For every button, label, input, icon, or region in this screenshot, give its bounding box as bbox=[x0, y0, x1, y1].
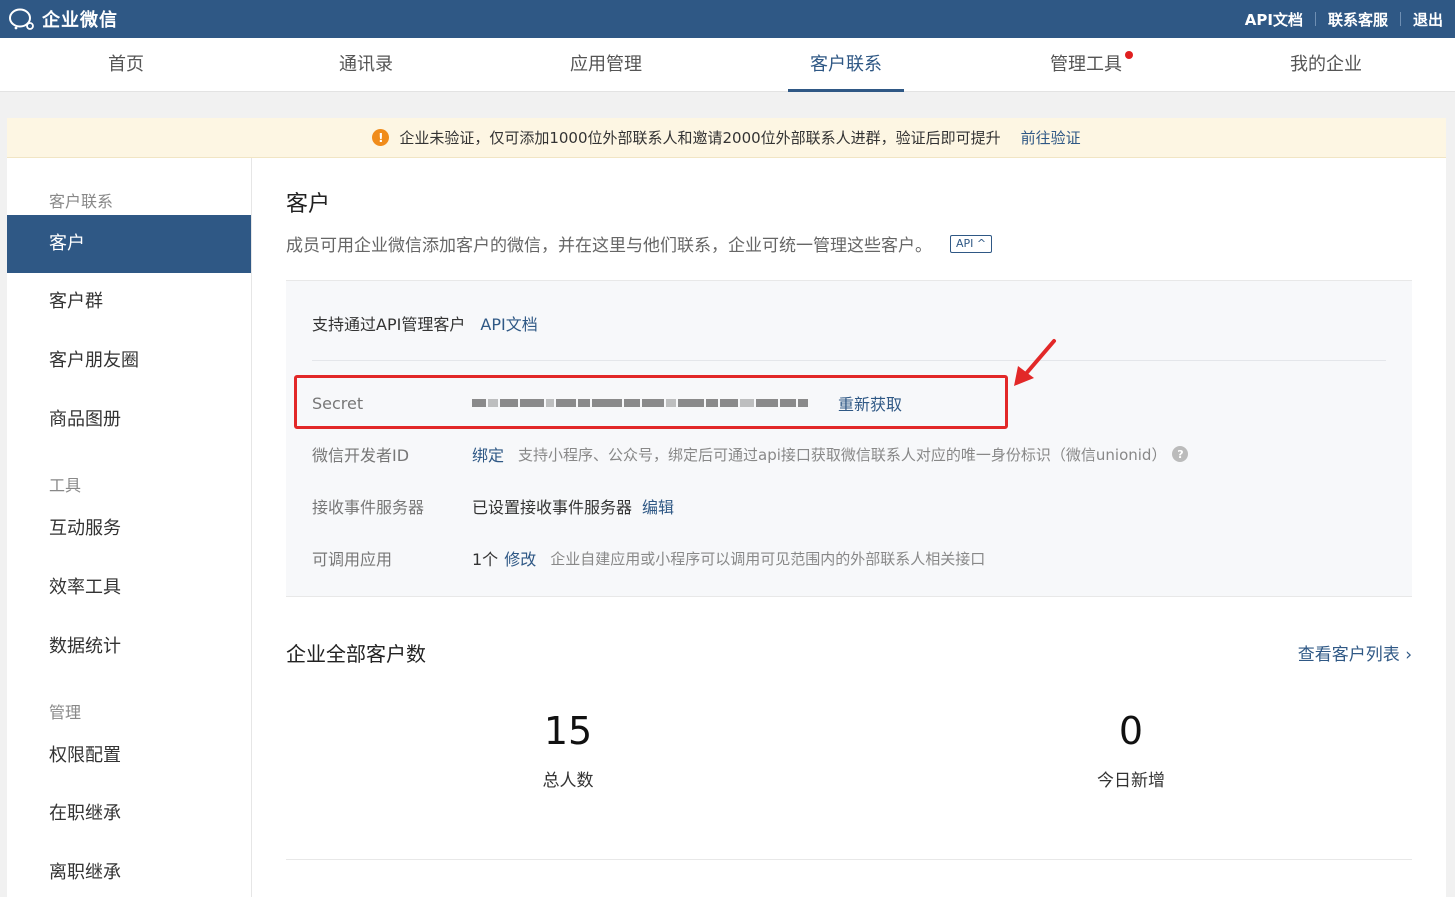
api-docs-link[interactable]: API文档 bbox=[480, 315, 537, 334]
logo[interactable]: 企业微信 bbox=[8, 6, 118, 32]
main-content: 客户 成员可用企业微信添加客户的微信，并在这里与他们联系，企业可统一管理这些客户… bbox=[252, 158, 1446, 897]
stat-value: 0 bbox=[1118, 709, 1144, 753]
api-toggle-badge[interactable]: API ^ bbox=[950, 234, 993, 253]
event-server-row: 接收事件服务器 已设置接收事件服务器 编辑 bbox=[312, 494, 674, 518]
notice-text: 企业未验证，仅可添加1000位外部联系人和邀请2000位外部联系人进群，验证后即… bbox=[399, 129, 1001, 147]
sidebar-item-customers[interactable]: 客户 bbox=[7, 215, 251, 273]
annotation-arrow-icon bbox=[1014, 339, 1056, 386]
api-intro: 支持通过API管理客户 API文档 bbox=[312, 311, 538, 335]
tab-my-enterprise[interactable]: 我的企业 bbox=[1268, 38, 1384, 92]
tab-contacts[interactable]: 通讯录 bbox=[308, 38, 424, 92]
sidebar-item-onjob-transfer[interactable]: 在职继承 bbox=[7, 785, 251, 843]
sidebar-group-title: 管理 bbox=[49, 703, 82, 722]
warning-icon: ! bbox=[372, 129, 390, 146]
stat-label: 总人数 bbox=[542, 771, 594, 791]
logo-text: 企业微信 bbox=[42, 10, 118, 31]
sidebar-item-statistics[interactable]: 数据统计 bbox=[7, 618, 251, 676]
callable-apps-hint: 企业自建应用或小程序可以调用可见范围内的外部联系人相关接口 bbox=[550, 549, 986, 568]
event-server-label: 接收事件服务器 bbox=[312, 498, 425, 517]
bind-link[interactable]: 绑定 bbox=[472, 442, 504, 466]
wecom-logo-icon bbox=[9, 8, 34, 30]
tab-app-management[interactable]: 应用管理 bbox=[548, 38, 664, 92]
developer-id-label: 微信开发者ID bbox=[312, 446, 410, 465]
api-docs-link[interactable]: API文档 bbox=[1233, 9, 1315, 30]
contact-support-link[interactable]: 联系客服 bbox=[1316, 9, 1400, 30]
logout-link[interactable]: 退出 bbox=[1401, 9, 1455, 30]
top-bar: 企业微信 API文档 联系客服 退出 bbox=[0, 0, 1455, 38]
event-server-value: 已设置接收事件服务器 bbox=[472, 498, 633, 517]
sidebar-item-resigned-transfer[interactable]: 离职继承 bbox=[7, 844, 251, 897]
callable-apps-count: 1个 bbox=[472, 550, 499, 569]
sidebar-item-efficiency-tools[interactable]: 效率工具 bbox=[7, 559, 251, 617]
sidebar-group-title: 客户联系 bbox=[49, 192, 114, 211]
developer-id-row: 微信开发者ID 绑定 支持小程序、公众号，绑定后可通过api接口获取微信联系人对… bbox=[312, 442, 1189, 466]
notification-dot bbox=[1125, 51, 1133, 59]
sidebar-item-moments[interactable]: 客户朋友圈 bbox=[7, 332, 251, 390]
verify-link[interactable]: 前往验证 bbox=[1021, 127, 1081, 148]
page-description: 成员可用企业微信添加客户的微信，并在这里与他们联系，企业可统一管理这些客户。 A… bbox=[286, 231, 993, 256]
divider bbox=[312, 360, 1386, 361]
main-nav: 首页 通讯录 应用管理 客户联系 管理工具 我的企业 bbox=[0, 38, 1455, 92]
api-panel: 支持通过API管理客户 API文档 Secret 重新获取 微信开发者ID 绑定… bbox=[286, 281, 1412, 597]
sidebar-item-product-album[interactable]: 商品图册 bbox=[7, 391, 251, 449]
description-text: 成员可用企业微信添加客户的微信，并在这里与他们联系，企业可统一管理这些客户。 bbox=[286, 236, 932, 256]
modify-link[interactable]: 修改 bbox=[504, 546, 536, 570]
tab-management-tools[interactable]: 管理工具 bbox=[1028, 38, 1144, 92]
developer-id-hint: 支持小程序、公众号，绑定后可通过api接口获取微信联系人对应的唯一身份标识（微信… bbox=[518, 445, 1167, 464]
callable-apps-row: 可调用应用 1个 修改 企业自建应用或小程序可以调用可见范围内的外部联系人相关接… bbox=[312, 546, 985, 570]
sidebar-item-permissions[interactable]: 权限配置 bbox=[7, 727, 251, 785]
tab-customer-contact[interactable]: 客户联系 bbox=[788, 38, 904, 92]
sidebar-item-customer-groups[interactable]: 客户群 bbox=[7, 273, 251, 331]
sidebar: 客户联系 客户 客户群 客户朋友圈 商品图册 工具 互动服务 效率工具 数据统计… bbox=[7, 158, 252, 897]
page-title: 客户 bbox=[286, 192, 331, 217]
stat-total: 15 总人数 bbox=[468, 708, 668, 791]
callable-apps-label: 可调用应用 bbox=[312, 550, 393, 569]
customer-count-title: 企业全部客户数 bbox=[286, 642, 426, 666]
header-links: API文档 联系客服 退出 bbox=[1233, 0, 1455, 38]
sidebar-group-title: 工具 bbox=[49, 476, 82, 495]
api-intro-text: 支持通过API管理客户 bbox=[312, 315, 466, 334]
stat-label: 今日新增 bbox=[1097, 771, 1165, 791]
secret-highlight-box bbox=[294, 375, 1008, 429]
tab-home[interactable]: 首页 bbox=[68, 38, 184, 92]
verification-notice: ! 企业未验证，仅可添加1000位外部联系人和邀请2000位外部联系人进群，验证… bbox=[7, 118, 1446, 158]
stat-value: 15 bbox=[543, 709, 593, 753]
sidebar-item-interactive-service[interactable]: 互动服务 bbox=[7, 500, 251, 558]
view-customer-list-link[interactable]: 查看客户列表 › bbox=[1298, 640, 1412, 665]
stat-new-today: 0 今日新增 bbox=[1031, 708, 1231, 791]
divider bbox=[286, 859, 1412, 860]
help-icon[interactable]: ? bbox=[1172, 446, 1189, 462]
edit-link[interactable]: 编辑 bbox=[642, 494, 674, 518]
